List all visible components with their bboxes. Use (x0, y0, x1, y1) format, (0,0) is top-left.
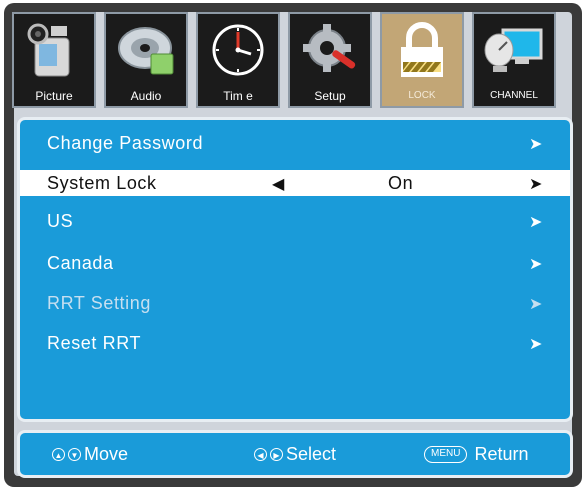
menu-item-change-password[interactable]: Change Password ➤ (20, 124, 570, 164)
select-hint: ◀ ▶ Select (254, 444, 336, 465)
return-hint: MENU Return (424, 444, 528, 465)
tab-lock[interactable]: LOCK (380, 12, 464, 108)
right-button-icon: ▶ (270, 448, 283, 461)
menu-item-label: Canada (47, 253, 114, 273)
menu-item-us[interactable]: US ➤ (20, 202, 570, 242)
tab-label: LOCK (408, 90, 436, 101)
key-hint-bar: ▲ ▼ Move ◀ ▶ Select MENU Return (17, 430, 573, 478)
disc-icon (118, 27, 174, 75)
menu-item-label: Reset RRT (47, 333, 142, 353)
menu-item-reset-rrt[interactable]: Reset RRT ➤ (20, 324, 570, 364)
camcorder-icon (27, 23, 70, 77)
move-label: Move (84, 444, 129, 464)
menu-item-system-lock[interactable]: System Lock ◀ On ➤ (20, 170, 570, 196)
up-button-icon: ▲ (52, 448, 65, 461)
tab-label: Tim e (223, 89, 253, 103)
lock-menu-panel: Change Password ➤ System Lock ◀ On ➤ US … (17, 117, 573, 422)
tab-setup[interactable]: Setup (288, 12, 372, 108)
menu-item-label: US (47, 211, 74, 231)
menu-item-rrt-setting: RRT Setting ➤ (20, 284, 570, 324)
menu-item-canada[interactable]: Canada ➤ (20, 244, 570, 284)
gear-tools-icon (303, 24, 356, 72)
chevron-right-icon: ➤ (528, 256, 543, 273)
chevron-right-icon: ➤ (528, 336, 543, 353)
chevron-right-icon: ➤ (528, 214, 543, 231)
padlock-icon (401, 22, 443, 77)
menu-item-label: System Lock (47, 173, 157, 193)
arrow-left-icon[interactable]: ◀ (272, 174, 285, 194)
move-hint: ▲ ▼ Move (52, 444, 128, 465)
chevron-right-icon: ➤ (528, 296, 543, 313)
category-tabs: Picture Audio Tim e Setup LOCK CHANNEL (12, 12, 572, 110)
tab-picture[interactable]: Picture (12, 12, 96, 108)
tab-label: Audio (130, 89, 162, 103)
tab-label: Picture (35, 89, 73, 103)
left-button-icon: ◀ (254, 448, 267, 461)
tab-audio[interactable]: Audio (104, 12, 188, 108)
satellite-monitor-icon (484, 28, 543, 72)
tab-label: CHANNEL (490, 90, 538, 101)
tab-label: Setup (314, 89, 346, 103)
tab-time[interactable]: Tim e (196, 12, 280, 108)
select-label: Select (286, 444, 337, 464)
system-lock-value: On (388, 173, 414, 193)
menu-key-icon: MENU (424, 446, 468, 463)
tab-channel[interactable]: CHANNEL (472, 12, 556, 108)
down-button-icon: ▼ (68, 448, 81, 461)
clock-icon (212, 24, 264, 76)
chevron-right-icon: ➤ (528, 136, 543, 153)
chevron-right-icon[interactable]: ➤ (529, 174, 543, 194)
menu-item-label: RRT Setting (47, 293, 151, 313)
return-label: Return (474, 444, 529, 464)
menu-item-label: Change Password (47, 133, 204, 153)
